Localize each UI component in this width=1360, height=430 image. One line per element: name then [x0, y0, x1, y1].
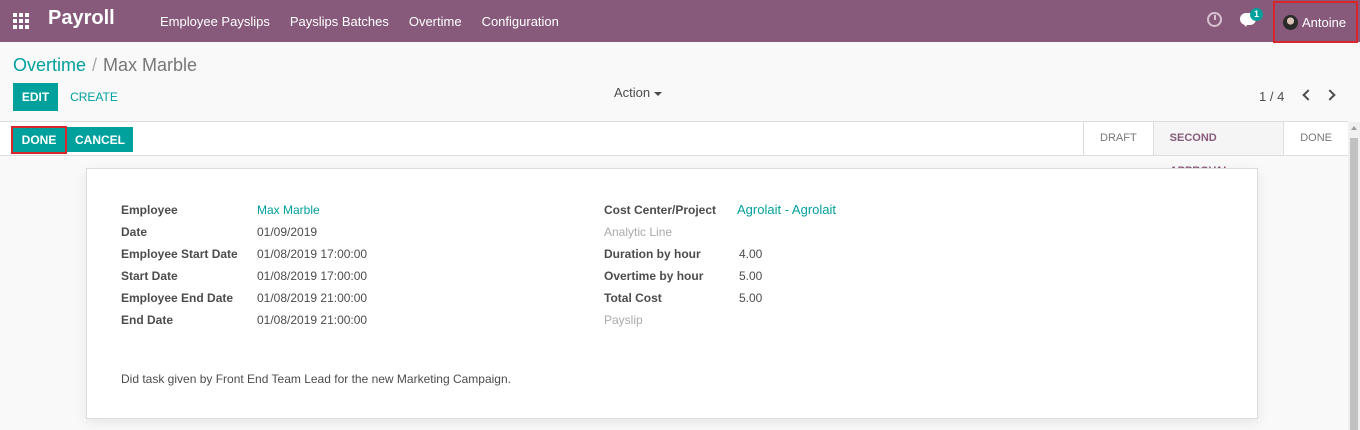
duration-by-hour-value: 4.00 — [739, 247, 763, 261]
scroll-up-arrow-icon[interactable] — [1351, 126, 1357, 130]
caret-down-icon — [654, 91, 663, 96]
top-navbar: Payroll Employee Payslips Payslips Batch… — [0, 0, 1360, 43]
stage-second-approval[interactable]: SECOND APPROVAL — [1152, 122, 1284, 177]
messages-count-badge: 1 — [1250, 8, 1263, 21]
menu-overtime[interactable]: Overtime — [399, 14, 472, 29]
cost-center-value[interactable]: Agrolait - Agrolait — [737, 199, 836, 221]
start-date-value: 01/08/2019 17:00:00 — [257, 269, 368, 283]
user-avatar — [1283, 14, 1298, 30]
employee-start-date-label: Employee Start Date — [121, 247, 238, 261]
stage-done[interactable]: DONE — [1283, 122, 1348, 155]
start-date-label: Start Date — [121, 269, 178, 283]
app-brand: Payroll — [48, 7, 115, 29]
form-sheet: Employee Max Marble Date 01/09/2019 Empl… — [86, 168, 1258, 419]
overtime-by-hour-label: Overtime by hour — [604, 269, 704, 283]
date-label: Date — [121, 225, 148, 239]
breadcrumb-current: Max Marble — [103, 55, 198, 75]
end-date-value: 01/08/2019 21:00:00 — [257, 313, 368, 327]
done-button[interactable]: DONE — [11, 126, 67, 154]
status-stages: DRAFT SECOND APPROVAL DONE — [1083, 122, 1348, 177]
employee-label: Employee — [121, 203, 178, 217]
form-statusbar: DONE CANCEL DRAFT SECOND APPROVAL DONE — [0, 121, 1348, 177]
employee-end-date-label: Employee End Date — [121, 291, 234, 305]
apps-menu-icon[interactable] — [13, 13, 31, 29]
activities-clock-icon[interactable] — [1207, 12, 1222, 27]
description-text: Did task given by Front End Team Lead fo… — [121, 372, 511, 386]
top-menu: Employee Payslips Payslips Batches Overt… — [150, 0, 569, 42]
user-menu[interactable]: Antoine — [1273, 1, 1358, 43]
user-name: Antoine — [1302, 14, 1347, 30]
menu-configuration[interactable]: Configuration — [472, 14, 569, 29]
cost-center-label: Cost Center/Project — [604, 203, 717, 217]
edit-button[interactable]: EDIT — [13, 83, 58, 111]
cancel-button[interactable]: CANCEL — [67, 127, 133, 152]
stage-draft[interactable]: DRAFT — [1084, 122, 1153, 155]
create-button[interactable]: CREATE — [64, 83, 124, 111]
total-cost-value: 5.00 — [739, 291, 763, 305]
employee-end-date-value: 01/08/2019 21:00:00 — [257, 291, 368, 305]
employee-start-date-value: 01/08/2019 17:00:00 — [257, 247, 368, 261]
action-dropdown[interactable]: Action — [614, 85, 663, 100]
breadcrumb-separator: / — [92, 55, 98, 75]
chevron-right-icon[interactable] — [1324, 89, 1336, 101]
payslip-label: Payslip — [604, 313, 643, 327]
total-cost-label: Total Cost — [604, 291, 662, 305]
scrollbar-thumb[interactable] — [1350, 138, 1358, 430]
breadcrumb-parent-link[interactable]: Overtime — [13, 55, 86, 75]
end-date-label: End Date — [121, 313, 174, 327]
menu-employee-payslips[interactable]: Employee Payslips — [150, 14, 280, 29]
chevron-left-icon[interactable] — [1302, 89, 1314, 101]
date-value: 01/09/2019 — [257, 225, 318, 239]
overtime-by-hour-value: 5.00 — [739, 269, 763, 283]
employee-value[interactable]: Max Marble — [257, 199, 320, 221]
action-dropdown-label: Action — [614, 85, 651, 100]
analytic-line-label: Analytic Line — [604, 225, 673, 239]
vertical-scrollbar[interactable] — [1348, 122, 1360, 430]
breadcrumb: Overtime / Max Marble — [13, 55, 197, 76]
pager-value: 1 / 4 — [1259, 89, 1285, 104]
menu-payslips-batches[interactable]: Payslips Batches — [280, 14, 399, 29]
duration-by-hour-label: Duration by hour — [604, 247, 701, 261]
